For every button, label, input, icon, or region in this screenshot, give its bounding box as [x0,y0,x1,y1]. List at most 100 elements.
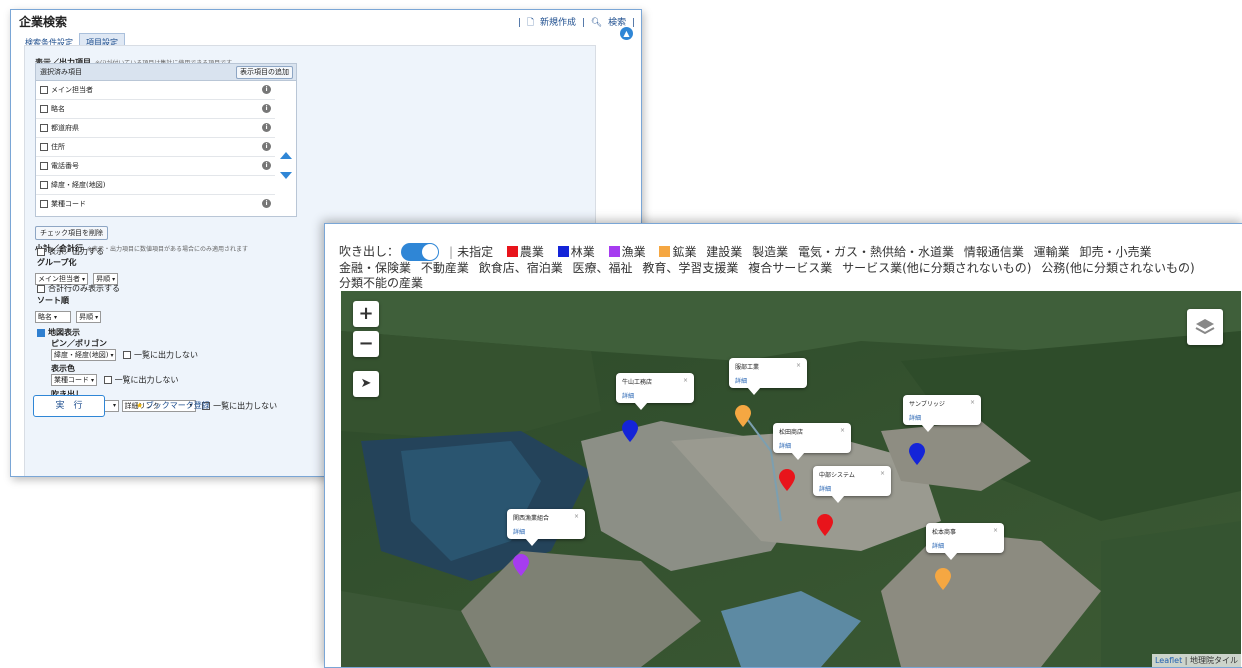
legend-item: 電気・ガス・熱供給・水道業 [798,245,954,259]
chevron-down-icon: ▾ [112,402,116,409]
checkbox[interactable] [40,200,48,208]
list-item[interactable]: 住所 i [36,138,275,157]
zoom-in-button[interactable]: + [353,301,379,327]
move-down-icon[interactable] [280,172,292,179]
checkbox[interactable] [37,328,45,337]
legend-label: 製造業 [752,244,789,259]
popup-detail-link[interactable]: 詳細 [779,441,845,450]
list-item[interactable]: 略名 i [36,100,275,119]
popup-detail-link[interactable]: 詳細 [735,376,801,385]
zoom-out-button[interactable]: − [353,331,379,357]
no-list-output-label: 一覧に出力しない [134,350,199,360]
leaflet-link[interactable]: Leaflet [1155,656,1182,665]
map-pin-icon[interactable] [909,443,925,465]
sort-field-select[interactable]: 略名 ▾ [35,310,71,323]
subtotal-show-option[interactable]: 表示／出力する [37,246,104,257]
pin-field-select[interactable]: 緯度・経度(地図) ▾ [51,349,117,361]
legend-label: 飲食店、宿泊業 [478,261,563,275]
sort-order-select[interactable]: 昇順 ▾ [76,310,102,323]
map-pin-icon[interactable] [622,420,638,442]
checkbox[interactable] [40,143,48,151]
list-item[interactable]: 都道府県 i [36,119,275,138]
selected-items-list: 選択済み項目 表示項目の追加 メイン担当者 i 略名 i 都道府県 i 住所 i 電話番… [35,63,297,217]
map-canvas[interactable]: + − ➤ 牛山工務店 × 詳細 服部工業 × 詳細 松田商店 × 詳細 サンブリッジ… [341,291,1241,667]
checkbox[interactable] [37,247,45,256]
checkbox[interactable] [103,376,112,384]
pin-label: ピン／ポリゴン [51,339,107,348]
info-icon: i [262,104,271,113]
layers-button[interactable] [1187,309,1223,345]
checkbox[interactable] [40,181,48,189]
checkbox[interactable] [37,284,45,293]
no-list-output-label: 一覧に出力しない [114,375,179,385]
checkbox[interactable] [40,124,48,132]
color-field-select[interactable]: 業種コード ▾ [51,374,98,386]
bookmark-link[interactable]: ★ ブックマーク登録 [136,400,210,411]
checkbox[interactable] [123,351,132,359]
run-button[interactable]: 実 行 [33,395,105,417]
list-item[interactable]: メイン担当者 i [36,81,275,100]
legend-label: 農業 [519,244,544,259]
collapse-button[interactable]: ▲ [620,27,633,40]
popup-detail-link[interactable]: 詳細 [909,413,975,422]
close-icon[interactable]: × [796,362,801,369]
popup-title: 牛山工務店 [622,379,653,386]
close-icon[interactable]: × [970,399,975,406]
legend-item: 不動産業 [421,261,469,275]
legend-label: 漁業 [621,244,646,259]
list-item-label: 業種コード [51,200,86,208]
chevron-down-icon: ▾ [95,313,99,321]
map-popup: 牛山工務店 × 詳細 [616,373,694,410]
legend-item: 医療、福祉 [573,261,633,275]
chevron-down-icon: ▾ [91,377,95,384]
balloon-toggle[interactable] [401,243,440,261]
popup-detail-link[interactable]: 詳細 [819,484,885,493]
legend-item: 鉱業 [655,245,696,259]
balloon-toggle-label: 吹き出し： [339,244,400,259]
legend-label: 複合サービス業 [748,261,833,275]
close-icon[interactable]: × [880,470,885,477]
map-pin-icon[interactable] [513,554,529,576]
map-attribution: Leaflet | 地理院タイル [1151,654,1241,667]
close-icon[interactable]: × [840,427,845,434]
popup-detail-link[interactable]: 詳細 [513,527,579,536]
legend-swatch [557,245,569,257]
list-item[interactable]: 業種コード i [36,195,275,213]
legend-item: サービス業(他に分類されないもの) [842,261,1031,275]
map-popup: 松田商店 × 詳細 [773,423,851,460]
map-pin-icon[interactable] [779,469,795,491]
navigation-arrow-icon: ➤ [360,376,372,391]
list-item[interactable]: 緯度・経度(地図) [36,176,275,195]
map-popup: 中部システム × 詳細 [813,466,891,503]
popup-detail-link[interactable]: 詳細 [622,391,688,400]
no-list-output-label: 一覧に出力しない [213,401,278,411]
pin-controls: 緯度・経度(地図) ▾ 一覧に出力しない [51,349,198,361]
popup-detail-link[interactable]: 詳細 [932,541,998,550]
checkbox[interactable] [40,105,48,113]
map-pin-icon[interactable] [735,405,751,427]
add-display-item-button[interactable]: 表示項目の追加 [236,66,293,79]
move-up-icon[interactable] [280,152,292,159]
new-link[interactable]: 新規作成 [540,18,576,28]
locate-button[interactable]: ➤ [353,371,379,397]
selected-items-title: 選択済み項目 [40,68,82,76]
top-links: | 🗋 新規作成 | 🔍︎ 検索 | [515,15,635,31]
legend-item: 建設業 [706,245,742,259]
map-display-option[interactable]: 地図表示 [37,327,80,338]
map-pin-icon[interactable] [935,568,951,590]
chevron-down-icon: ▾ [112,275,116,283]
legend-item: 飲食店、宿泊業 [479,261,563,275]
list-item[interactable]: 電話番号 i [36,157,275,176]
close-icon[interactable]: × [683,377,688,384]
close-icon[interactable]: × [993,527,998,534]
totals-only-option[interactable]: 合計行のみ表示する [37,283,120,294]
close-icon[interactable]: × [574,513,579,520]
chevron-down-icon: ▾ [110,352,114,359]
checkbox[interactable] [40,162,48,170]
list-item-label: メイン担当者 [51,86,93,94]
subtotal-note: ※表示・出力項目に数値項目がある場合にのみ適用されます [87,246,249,253]
checkbox[interactable] [40,86,48,94]
map-pin-icon[interactable] [817,514,833,536]
star-icon: ★ [136,401,144,410]
legend-item: 製造業 [752,245,788,259]
